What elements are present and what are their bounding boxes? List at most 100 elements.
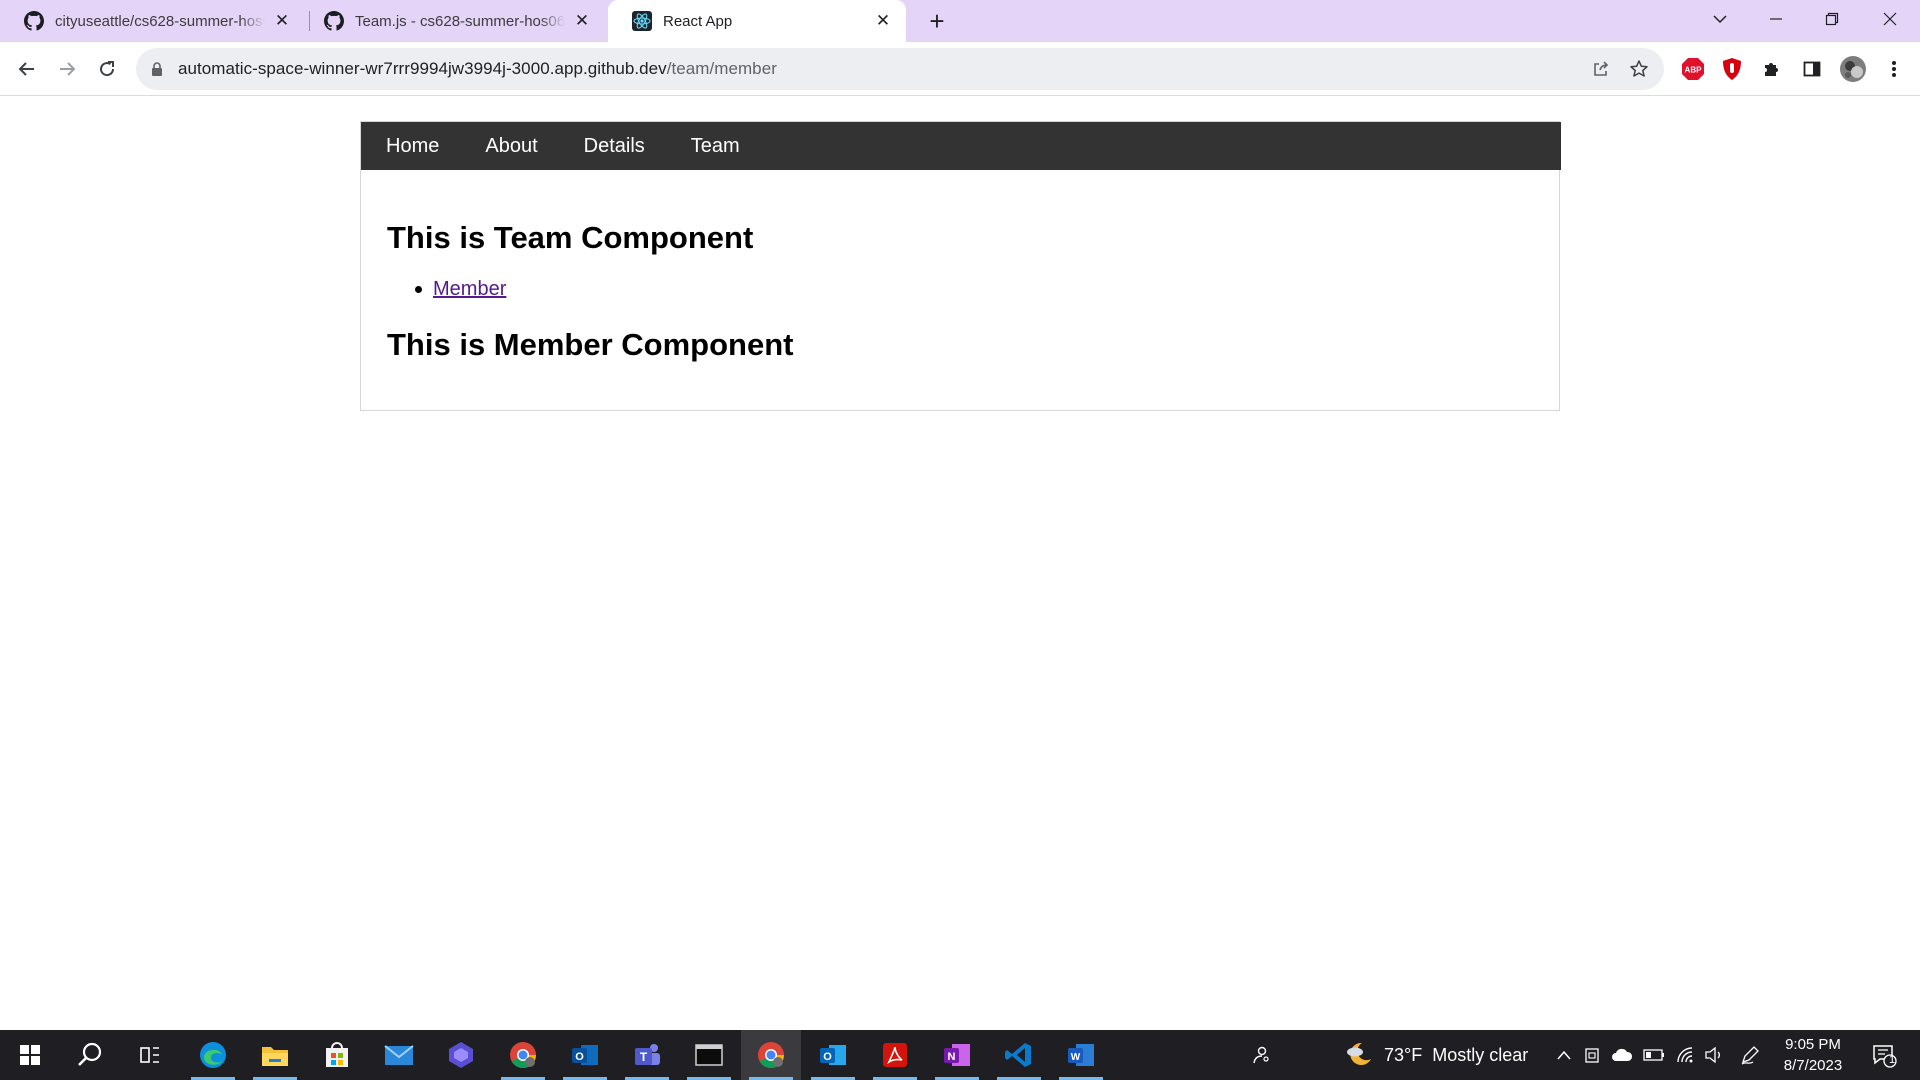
restore-icon — [1825, 12, 1839, 26]
taskbar-chrome-profile[interactable] — [493, 1030, 553, 1080]
battery-icon — [1643, 1049, 1664, 1061]
task-view-icon — [140, 1047, 159, 1063]
member-link[interactable]: Member — [433, 278, 506, 301]
taskbar-mail[interactable] — [369, 1030, 429, 1080]
folder-icon — [262, 1047, 288, 1066]
tab-title: cityuseattle/cs628-summer-hos06-jmartin — [55, 12, 265, 30]
chrome-icon — [758, 1042, 785, 1069]
taskbar-edge[interactable] — [183, 1030, 243, 1080]
github-icon — [324, 11, 344, 31]
tab-team-js[interactable]: Team.js - cs628-summer-hos06-jmartin ✕ — [300, 0, 605, 42]
svg-text:W: W — [1071, 1052, 1081, 1063]
teams-icon: T — [635, 1044, 660, 1065]
bullet-icon — [415, 286, 422, 293]
chevron-up-icon — [1557, 1050, 1571, 1060]
url-path: /team/member — [666, 59, 777, 78]
share-icon[interactable] — [1584, 52, 1618, 86]
url-text[interactable]: automatic-space-winner-wr7rrr9994jw3994j… — [178, 59, 777, 79]
forward-button[interactable] — [50, 52, 84, 86]
taskbar-copilot[interactable] — [431, 1030, 491, 1080]
taskbar-chrome[interactable] — [741, 1030, 801, 1080]
tray-meet-now[interactable] — [1580, 1030, 1604, 1080]
taskbar-file-explorer[interactable] — [245, 1030, 305, 1080]
action-center-button[interactable]: 1 — [1866, 1038, 1902, 1072]
word-icon: W — [1068, 1044, 1094, 1066]
taskbar-store[interactable] — [307, 1030, 367, 1080]
member-heading: This is Member Component — [387, 327, 794, 362]
reload-button[interactable] — [90, 52, 124, 86]
taskbar-vscode[interactable] — [989, 1030, 1049, 1080]
nav-link-team[interactable]: Team — [666, 122, 761, 170]
weather-condition: Mostly clear — [1432, 1044, 1529, 1065]
svg-text:O: O — [575, 1051, 584, 1063]
back-button[interactable] — [10, 52, 44, 86]
address-bar[interactable]: automatic-space-winner-wr7rrr9994jw3994j… — [136, 48, 1664, 90]
tab-title: Team.js - cs628-summer-hos06-jmartin — [355, 12, 565, 30]
nav-link-about[interactable]: About — [460, 122, 558, 170]
ublock-icon[interactable] — [1715, 52, 1749, 86]
lock-icon[interactable] — [150, 61, 164, 77]
windows-logo-icon — [20, 1045, 40, 1065]
windows-taskbar: O T O N W 73°F Mostly clear 9:05 PM 8/7/… — [0, 1030, 1920, 1080]
more-menu-icon[interactable] — [1877, 52, 1911, 86]
wifi-icon — [1677, 1047, 1693, 1063]
tab-search-button[interactable] — [1692, 0, 1748, 38]
task-view-button[interactable] — [120, 1030, 180, 1080]
weather-temp: 73°F — [1384, 1044, 1423, 1065]
taskbar-onenote[interactable]: N — [927, 1030, 987, 1080]
mail-icon — [384, 1045, 414, 1065]
tab-title: React App — [663, 12, 733, 30]
weather-widget[interactable]: 73°F Mostly clear — [1344, 1030, 1528, 1080]
close-icon[interactable]: ✕ — [571, 10, 593, 32]
taskbar-outlook-beta[interactable]: O — [555, 1030, 615, 1080]
minimize-button[interactable] — [1748, 0, 1804, 38]
side-panel-icon[interactable] — [1795, 52, 1829, 86]
chrome-icon — [510, 1042, 537, 1069]
taskbar-terminal[interactable] — [679, 1030, 739, 1080]
url-host: automatic-space-winner-wr7rrr9994jw3994j… — [178, 59, 667, 78]
team-link-list: Member — [415, 278, 506, 301]
close-icon[interactable]: ✕ — [271, 10, 293, 32]
new-tab-button[interactable]: + — [922, 6, 952, 36]
close-icon[interactable]: ✕ — [872, 10, 894, 32]
people-icon — [1253, 1046, 1269, 1064]
tray-overflow-button[interactable] — [1552, 1030, 1576, 1080]
tray-wifi[interactable] — [1672, 1030, 1700, 1080]
tab-react-app[interactable]: React App ✕ — [608, 0, 906, 42]
svg-text:O: O — [823, 1051, 832, 1063]
start-button[interactable] — [0, 1030, 60, 1080]
bookmark-star-icon[interactable] — [1622, 52, 1656, 86]
extensions-puzzle-icon[interactable] — [1755, 52, 1789, 86]
cloud-icon — [1612, 1048, 1633, 1061]
onenote-icon: N — [944, 1044, 970, 1066]
nav-link-details[interactable]: Details — [559, 122, 666, 170]
tray-pen[interactable] — [1736, 1030, 1764, 1080]
people-button[interactable] — [1246, 1030, 1276, 1080]
search-button[interactable] — [60, 1030, 120, 1080]
adblock-plus-icon[interactable]: ABP — [1676, 52, 1710, 86]
pen-icon — [1741, 1046, 1759, 1065]
profile-avatar[interactable] — [1836, 52, 1870, 86]
device-icon — [1585, 1048, 1599, 1063]
tray-volume[interactable] — [1700, 1030, 1728, 1080]
taskbar-word[interactable]: W — [1051, 1030, 1111, 1080]
svg-text:N: N — [948, 1051, 956, 1063]
taskbar-outlook[interactable]: O — [803, 1030, 863, 1080]
tray-onedrive[interactable] — [1608, 1030, 1636, 1080]
taskbar-clock[interactable]: 9:05 PM 8/7/2023 — [1770, 1034, 1856, 1076]
nav-link-home[interactable]: Home — [361, 122, 460, 170]
taskbar-teams[interactable]: T — [617, 1030, 677, 1080]
close-window-button[interactable] — [1862, 0, 1918, 38]
outlook-icon: O — [572, 1045, 598, 1065]
browser-toolbar: automatic-space-winner-wr7rrr9994jw3994j… — [0, 42, 1920, 96]
restore-button[interactable] — [1804, 0, 1860, 38]
clock-time: 9:05 PM — [1785, 1036, 1841, 1053]
chevron-down-icon — [1713, 15, 1727, 24]
tab-github-repo[interactable]: cityuseattle/cs628-summer-hos06-jmartin … — [0, 0, 305, 42]
app-container: Home About Details Team This is Team Com… — [360, 121, 1561, 411]
taskbar-acrobat[interactable] — [865, 1030, 925, 1080]
close-icon — [1883, 12, 1897, 26]
notification-count: 1 — [1888, 1054, 1896, 1066]
arrow-left-icon — [18, 62, 34, 76]
tray-battery[interactable] — [1640, 1030, 1668, 1080]
